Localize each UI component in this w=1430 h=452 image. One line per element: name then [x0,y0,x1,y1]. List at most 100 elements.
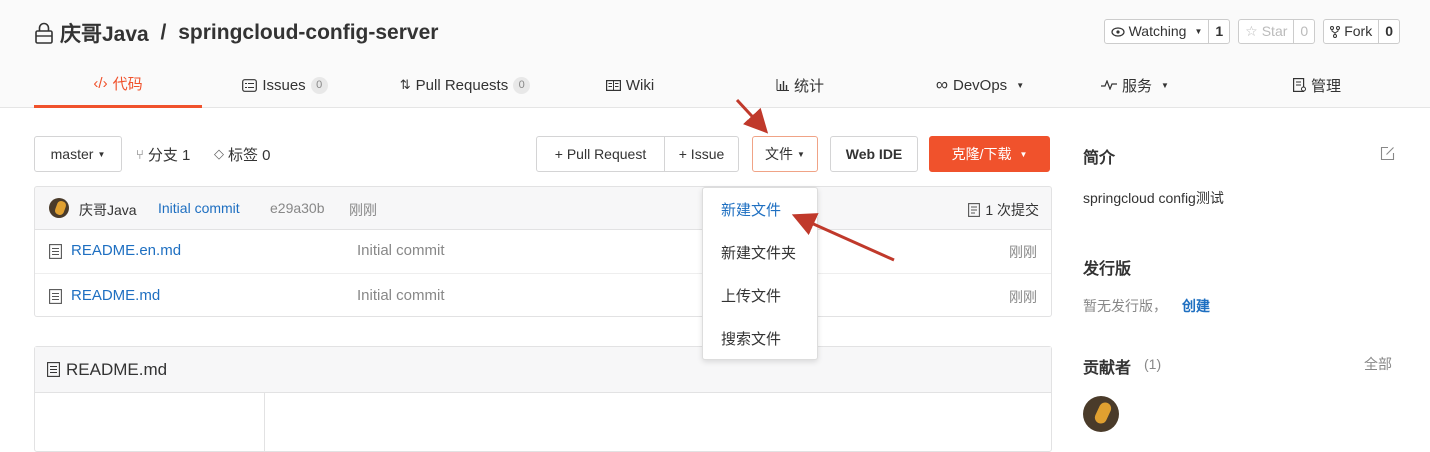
tab-issues[interactable]: Issues 0 [210,62,360,108]
create-release-link[interactable]: 创建 [1182,296,1210,316]
issues-icon [242,78,258,92]
file-row[interactable]: README.en.md Initial commit 刚刚 [35,229,1051,273]
tab-service-label: 服务 [1122,77,1153,95]
commit-hash[interactable]: e29a30b [270,200,325,216]
repo-toolbar: master ▼ ⑂ 分支 1 ◇ 标签 0 + Pull Request + … [34,136,1052,172]
branches-link[interactable]: ⑂ 分支 1 [136,136,190,172]
manage-icon [1292,78,1306,92]
intro-heading: 简介 [1083,150,1116,167]
releases-empty-text: 暂无发行版， [1083,298,1167,314]
chevron-down-icon: ▼ [1019,149,1028,159]
stats-icon [776,79,789,91]
latest-commit-bar: 庆哥Java Initial commit e29a30b 刚刚 1 次提交 [34,186,1052,230]
file-row[interactable]: README.md Initial commit 刚刚 [35,273,1051,317]
commits-icon [968,203,981,217]
tab-manage[interactable]: 管理 [1262,62,1372,108]
branch-select[interactable]: master ▼ [34,136,122,172]
tab-stats[interactable]: 统计 [740,62,860,108]
star-count[interactable]: 0 [1293,20,1314,43]
branch-icon: ⑂ [136,146,144,162]
watching-label: Watching [1128,23,1187,39]
fork-icon [1330,25,1341,38]
tab-code[interactable]: ‹/› 代码 [34,62,202,108]
tab-wiki[interactable]: Wiki [575,62,685,108]
tag-icon: ◇ [214,146,224,161]
menu-item-upload-file[interactable]: 上传文件 [703,274,817,317]
branch-select-label: master [50,146,94,162]
tab-devops[interactable]: ∞ DevOps ▼ [918,62,1042,108]
repo-separator: / [154,21,173,44]
new-issue-label: + Issue [678,146,725,162]
tab-stats-label: 统计 [793,77,824,95]
repo-owner-link[interactable]: 庆哥Java [60,18,149,48]
menu-item-search-file[interactable]: 搜索文件 [703,317,817,360]
file-menu-label: 文件 [765,146,794,162]
code-icon: ‹/› [93,75,108,92]
fork-button[interactable]: Fork 0 [1323,19,1400,44]
tab-wiki-label: Wiki [625,76,655,94]
tab-service[interactable]: 服务 ▼ [1080,62,1190,108]
fork-count[interactable]: 0 [1378,20,1399,43]
new-pull-request-label: + Pull Request [554,146,647,162]
tags-link[interactable]: ◇ 标签 0 [214,136,271,172]
readme-divider [264,393,265,452]
chevron-down-icon: ▼ [97,149,106,159]
commit-author[interactable]: 庆哥Java [79,200,137,220]
file-menu-button[interactable]: 文件 ▼ [752,136,818,172]
repo-title: 庆哥Java / springcloud-config-server [34,18,438,48]
new-pull-request-button[interactable]: + Pull Request [536,136,665,172]
tab-issues-label: Issues [262,76,306,94]
fork-label: Fork [1344,23,1373,39]
tab-pull-requests[interactable]: ⇅ Pull Requests 0 [370,62,560,108]
edit-icon[interactable] [1380,146,1395,161]
intro-text: springcloud config测试 [1083,190,1224,206]
file-commit-message[interactable]: Initial commit [357,287,445,304]
pull-request-icon: ⇅ [399,77,411,92]
file-commit-message[interactable]: Initial commit [357,242,445,259]
tab-devops-label: DevOps [953,76,1008,94]
contributor-avatar[interactable] [1083,396,1119,432]
file-name[interactable]: README.md [71,287,160,304]
clone-download-label: 克隆/下载 [951,146,1012,162]
lock-icon [35,22,53,44]
readme-panel: README.md [34,346,1052,452]
readme-title: README.md [66,359,168,379]
star-button[interactable]: ☆ Star 0 [1238,19,1316,44]
tags-label: 标签 0 [228,146,271,164]
watching-count[interactable]: 1 [1208,20,1229,43]
releases-heading: 发行版 [1083,261,1132,278]
clone-download-button[interactable]: 克隆/下载 ▼ [929,136,1050,172]
web-ide-label: Web IDE [845,146,903,162]
service-icon [1101,80,1118,90]
devops-icon: ∞ [935,75,948,94]
avatar[interactable] [49,198,69,218]
file-list: README.en.md Initial commit 刚刚 README.md… [34,229,1052,317]
file-icon [49,244,62,259]
contributors-all-link[interactable]: 全部 [1364,354,1392,374]
star-label: Star [1261,23,1288,39]
menu-item-new-folder[interactable]: 新建文件夹 [703,231,817,274]
chevron-down-icon: ▼ [1161,80,1169,90]
tab-code-label: 代码 [112,76,143,93]
tab-pull-requests-label: Pull Requests [415,76,509,94]
menu-item-new-file[interactable]: 新建文件 [703,188,817,231]
chevron-down-icon: ▼ [1194,27,1203,36]
readme-header: README.md [35,347,1051,393]
readme-icon [47,362,60,377]
commit-count-link[interactable]: 1 次提交 [968,200,1039,220]
contributors-heading: 贡献者 [1083,360,1132,377]
file-name[interactable]: README.en.md [71,242,181,259]
commit-time: 刚刚 [349,202,377,218]
issues-count-badge: 0 [310,76,328,94]
tab-manage-label: 管理 [1310,77,1341,95]
chevron-down-icon: ▼ [1016,80,1025,90]
new-issue-button[interactable]: + Issue [664,136,739,172]
file-icon [49,289,62,304]
file-dropdown-menu: 新建文件 新建文件夹 上传文件 搜索文件 [702,187,818,360]
watching-button[interactable]: Watching ▼ 1 [1103,19,1231,44]
star-icon: ☆ [1245,23,1258,39]
commit-message[interactable]: Initial commit [158,200,240,216]
repo-name-link[interactable]: springcloud-config-server [178,21,438,45]
contributors-count: (1) [1144,356,1162,372]
web-ide-button[interactable]: Web IDE [830,136,918,172]
